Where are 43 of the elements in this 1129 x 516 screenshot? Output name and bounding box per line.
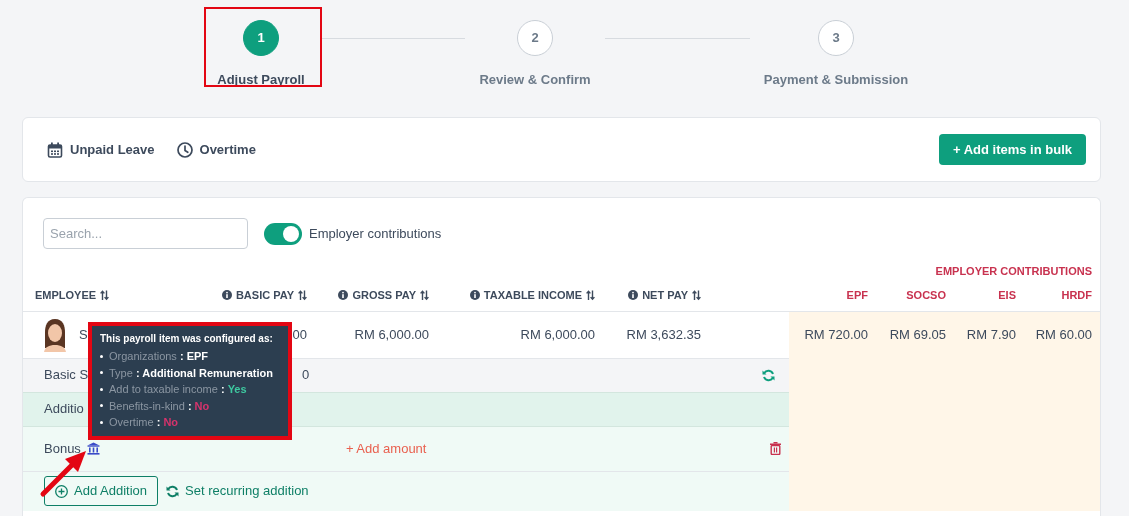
section-heading: EMPLOYER CONTRIBUTIONS — [935, 265, 1092, 277]
tooltip-line: Overtime : No — [109, 415, 179, 430]
column-header[interactable]: EPF — [846, 286, 868, 304]
tooltip-line: Add to taxable income : Yes — [109, 382, 247, 397]
step-label[interactable]: Review & Confirm — [479, 70, 591, 90]
table-cell-text: RM 60.00 — [1035, 325, 1092, 344]
column-header[interactable]: EIS — [998, 286, 1016, 304]
employee-name[interactable]: S — [79, 324, 88, 345]
add-amount-link[interactable]: + Add amount — [345, 438, 427, 459]
item-name: Bonus — [44, 439, 81, 458]
table-cell-text: RM 7.90 — [966, 325, 1016, 344]
search-field[interactable]: Search... — [43, 218, 248, 249]
step-number[interactable]: 2 — [517, 20, 553, 56]
column-header[interactable]: GROSS PAY — [352, 286, 416, 304]
add-items-button[interactable]: + Add items in bulk — [938, 133, 1086, 166]
step-label[interactable]: Payment & Submission — [763, 70, 909, 90]
step-number[interactable]: 1 — [243, 20, 279, 56]
unpaid-leave-link[interactable]: Unpaid Leave — [47, 139, 155, 160]
column-header[interactable]: SOCSO — [906, 286, 946, 304]
table-cell-text: RM 720.00 — [804, 325, 868, 344]
recurring-addition-link[interactable]: Set recurring addition — [166, 481, 309, 501]
column-header[interactable]: BASIC PAY — [235, 286, 294, 304]
add-addition-button[interactable]: Add Addition — [44, 476, 158, 506]
column-header[interactable]: HRDF — [1061, 286, 1092, 304]
tooltip-line: Type : Additional Remuneration — [109, 365, 273, 381]
toggle-label: Employer contributions — [309, 224, 442, 243]
table-cell-text: RM 6,000.00 — [520, 325, 595, 344]
column-header[interactable]: EMPLOYEE — [35, 286, 97, 304]
table-cell-text: 00 — [292, 325, 307, 344]
overtime-link[interactable]: Overtime — [176, 139, 256, 160]
tooltip-line: Organizations : EPF — [109, 349, 209, 364]
table-cell-text: RM 69.05 — [889, 325, 946, 344]
column-header[interactable]: NET PAY — [642, 286, 688, 304]
step-number[interactable]: 3 — [818, 20, 854, 56]
tooltip-line: Benefits-in-kind : No — [109, 398, 210, 414]
table-cell-text: RM 6,000.00 — [354, 325, 429, 344]
amount-text: 0 — [302, 366, 310, 385]
tooltip-title: This payroll item was configured as: — [100, 332, 274, 346]
section-label: Additio — [44, 400, 84, 419]
row-label: Basic S — [44, 366, 89, 385]
table-cell-text: RM 3,632.35 — [626, 325, 701, 344]
step-label[interactable]: Adjust Payroll — [217, 70, 305, 90]
column-header[interactable]: TAXABLE INCOME — [483, 286, 582, 304]
